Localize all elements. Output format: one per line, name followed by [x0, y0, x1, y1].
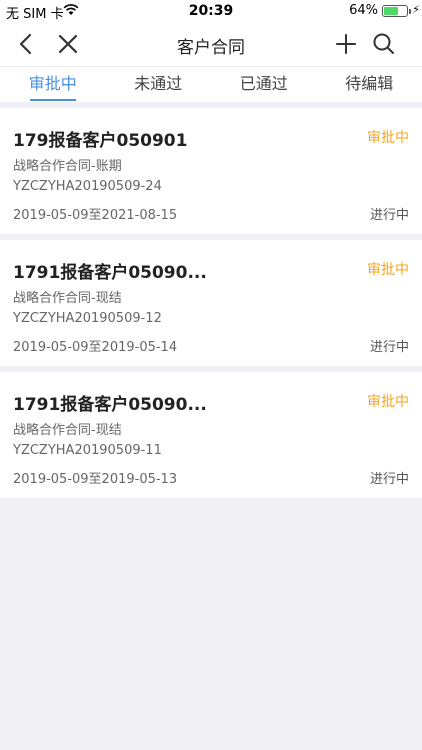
tab-label: 已通过 — [239, 74, 288, 93]
contract-type: 战略合作合同-账期 — [13, 159, 122, 174]
contract-date-range: 2019-05-09至2021-08-15 — [13, 208, 178, 223]
approval-status-badge: 审批中 — [367, 262, 409, 278]
progress-status: 进行中 — [369, 340, 409, 355]
contract-card[interactable]: 1791报备客户05090... 审批中战略合作合同-现结 YZCZYHA20190… — [0, 240, 422, 366]
contract-name: 1791报备客户05090... — [13, 263, 207, 283]
tab-label: 未通过 — [134, 74, 183, 93]
contract-type: 战略合作合同-现结 — [13, 423, 122, 438]
battery-icon — [382, 5, 408, 17]
contract-card[interactable]: 1791报备客户05090... 审批中战略合作合同-现结 YZCZYHA20190… — [0, 372, 422, 498]
tab-label: 待编辑 — [345, 74, 394, 93]
contract-type: 战略合作合同-现结 — [13, 291, 122, 306]
contract-code: YZCZYHA20190509-24 — [13, 179, 162, 194]
contract-list: 179报备客户050901 审批中 战略合作合同-账期 YZCZYHA20190509… — [0, 108, 422, 504]
battery-percent: 64% — [349, 3, 378, 18]
active-tab-indicator — [30, 99, 76, 101]
tab-rejected[interactable]: 未通过 — [106, 67, 212, 103]
progress-status: 进行中 — [369, 472, 409, 487]
contract-date-range: 2019-05-09至2019-05-13 — [13, 472, 178, 487]
tab-label: 审批中 — [28, 74, 77, 93]
approval-status-badge: 审批中 — [367, 394, 409, 410]
tab-approving[interactable]: 审批中 — [0, 67, 106, 103]
contract-date-range: 2019-05-09至2019-05-14 — [13, 340, 178, 355]
status-bar: 无 SIM 卡 20:39 64% ⚡ — [0, 0, 422, 22]
tab-bar: 审批中 未通过 已通过 待编辑 — [0, 66, 422, 102]
contract-code: YZCZYHA20190509-11 — [13, 443, 162, 458]
navigation-bar: 客户合同 — [0, 22, 422, 66]
contract-name: 179报备客户050901 — [13, 131, 188, 151]
progress-status: 进行中 — [369, 208, 409, 223]
approval-status-badge: 审批中 — [367, 130, 409, 146]
contract-code: YZCZYHA20190509-12 — [13, 311, 162, 326]
tab-pending-edit[interactable]: 待编辑 — [317, 67, 422, 103]
tab-approved[interactable]: 已通过 — [211, 67, 317, 103]
charging-icon: ⚡ — [412, 3, 420, 16]
add-icon[interactable] — [332, 30, 360, 58]
contract-card[interactable]: 179报备客户050901 审批中战略合作合同-账期 YZCZYHA20190509… — [0, 108, 422, 234]
contract-name: 1791报备客户05090... — [13, 395, 207, 415]
search-icon[interactable] — [370, 30, 398, 58]
battery-tip — [409, 9, 411, 14]
